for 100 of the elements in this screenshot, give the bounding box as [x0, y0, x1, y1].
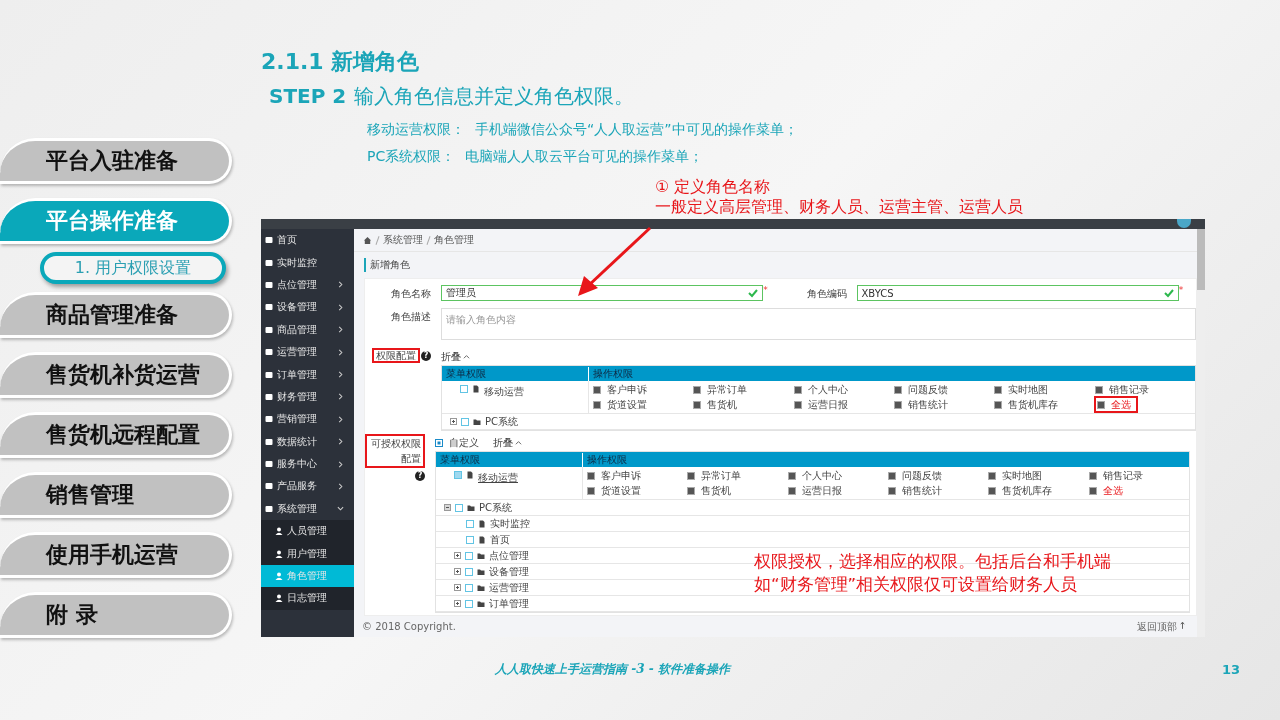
operation-checkbox[interactable]: 售货机 — [687, 483, 788, 498]
expand-icon[interactable] — [444, 504, 451, 511]
checkbox[interactable] — [454, 471, 462, 479]
menu-icon — [265, 460, 273, 469]
description-field[interactable]: 请输入角色内容 — [441, 308, 1196, 340]
operation-checkbox[interactable]: 售货机 — [693, 397, 794, 412]
back-to-top-link[interactable]: 返回顶部 — [1136, 619, 1185, 634]
operation-checkbox[interactable]: 客户申诉 — [587, 468, 688, 483]
menu-icon — [265, 280, 273, 289]
operation-checkbox[interactable]: 异常订单 — [687, 468, 788, 483]
operation-checkbox[interactable]: 运营日报 — [793, 397, 894, 412]
chapter-tab[interactable]: 使用手机运营 — [0, 532, 232, 578]
sidebar-item[interactable]: 财务管理 — [261, 385, 354, 409]
scrollbar[interactable] — [1197, 229, 1205, 637]
sidebar-subitem[interactable]: 人员管理 — [261, 520, 354, 543]
file-icon — [466, 471, 474, 479]
operation-checkbox[interactable]: 问题反馈 — [888, 468, 989, 483]
help-icon[interactable]: ? — [415, 471, 425, 481]
breadcrumb-link[interactable]: 角色管理 — [434, 233, 474, 247]
checkbox[interactable] — [465, 599, 473, 608]
operation-checkbox[interactable]: 运营日报 — [787, 483, 888, 498]
expand-icon[interactable] — [450, 418, 457, 425]
chapter-tab[interactable]: 平台入驻准备 — [0, 138, 232, 184]
expand-icon[interactable] — [454, 552, 461, 559]
sidebar-item[interactable]: 订单管理 — [261, 363, 354, 386]
avatar-icon[interactable] — [1177, 219, 1191, 228]
menu-icon — [265, 482, 273, 491]
text-field[interactable]: XBYCS — [856, 285, 1179, 301]
menu-label[interactable]: 运营管理 — [489, 580, 529, 595]
chapter-tab[interactable]: 附 录 — [0, 592, 232, 638]
menu-label[interactable]: 首页 — [490, 532, 510, 547]
operation-checkbox[interactable]: 销售统计 — [894, 397, 995, 412]
operation-checkbox[interactable]: 销售记录 — [1088, 468, 1189, 483]
operation-checkbox[interactable]: 货道设置 — [593, 397, 694, 412]
operation-checkbox[interactable]: 个人中心 — [793, 382, 894, 397]
operation-checkbox[interactable]: 货道设置 — [587, 483, 688, 498]
collapse-toggle[interactable]: 折叠 — [441, 349, 470, 364]
page-number: 13 — [1221, 661, 1240, 677]
chapter-tab[interactable]: 销售管理 — [0, 472, 232, 518]
operation-checkbox[interactable]: 售货机库存 — [988, 483, 1089, 498]
menu-label[interactable]: 移动运营 — [484, 385, 524, 399]
checkbox[interactable] — [465, 567, 473, 576]
operation-checkbox[interactable]: 问题反馈 — [894, 382, 995, 397]
field-label: 角色描述 — [390, 310, 431, 324]
sidebar-item[interactable]: 商品管理 — [261, 318, 354, 341]
checkbox[interactable] — [466, 535, 474, 544]
select-all-checkbox[interactable]: 全选 — [1094, 397, 1137, 412]
folder-icon — [467, 503, 475, 512]
operation-checkbox[interactable]: 个人中心 — [787, 468, 888, 483]
sidebar-item[interactable]: 实时监控 — [261, 251, 354, 274]
sidebar-subitem[interactable]: 用户管理 — [261, 542, 354, 565]
sidebar-item[interactable]: 设备管理 — [261, 296, 354, 319]
help-icon[interactable]: ? — [421, 351, 431, 361]
operation-checkbox[interactable]: 销售记录 — [1094, 382, 1195, 397]
sidebar-item[interactable]: 产品服务 — [261, 475, 354, 498]
text-field[interactable]: 管理员 — [441, 285, 764, 301]
checkbox[interactable] — [465, 583, 473, 592]
menu-label[interactable]: 实时监控 — [490, 516, 530, 531]
user-icon — [275, 549, 283, 558]
sidebar-item[interactable]: 首页 — [261, 229, 354, 252]
collapse-toggle[interactable]: 折叠 — [493, 435, 522, 450]
menu-label[interactable]: PC系统 — [485, 414, 518, 429]
sidebar-item[interactable]: 点位管理 — [261, 273, 354, 297]
menu-icon — [265, 236, 273, 245]
home-icon[interactable] — [363, 235, 372, 245]
checkbox[interactable] — [466, 519, 474, 528]
menu-label[interactable]: 点位管理 — [489, 548, 529, 563]
operation-checkbox[interactable]: 实时地图 — [988, 468, 1089, 483]
menu-label[interactable]: 订单管理 — [489, 596, 529, 611]
menu-label[interactable]: 设备管理 — [489, 564, 529, 579]
sidebar-item[interactable]: 系统管理 — [261, 497, 354, 521]
operation-checkbox[interactable]: 销售统计 — [888, 483, 989, 498]
chapter-tab[interactable]: 售货机补货运营 — [0, 352, 232, 398]
menu-label[interactable]: 移动运营 — [478, 471, 518, 485]
sidebar-item[interactable]: 营销管理 — [261, 408, 354, 431]
checkbox[interactable] — [465, 551, 473, 560]
operation-checkbox[interactable]: 售货机库存 — [994, 397, 1095, 412]
sidebar-item[interactable]: 运营管理 — [261, 340, 354, 364]
sidebar-subitem[interactable]: 日志管理 — [261, 587, 354, 610]
checkbox[interactable] — [461, 417, 469, 426]
chapter-tab[interactable]: 商品管理准备 — [0, 292, 232, 338]
menu-label[interactable]: PC系统 — [479, 500, 512, 515]
note-label: 移动运营权限： — [367, 121, 465, 139]
sidebar-item[interactable]: 服务中心 — [261, 452, 354, 476]
custom-checkbox[interactable]: 自定义 — [435, 435, 479, 450]
expand-icon[interactable] — [454, 568, 461, 575]
chapter-tab[interactable]: 售货机远程配置 — [0, 412, 232, 458]
note-label: PC系统权限： — [367, 148, 456, 166]
select-all-checkbox[interactable]: 全选 — [1088, 483, 1189, 498]
expand-icon[interactable] — [454, 584, 461, 591]
user-icon — [275, 594, 283, 603]
sidebar-item[interactable]: 数据统计 — [261, 430, 354, 453]
checkbox[interactable] — [455, 503, 463, 512]
menu-icon — [265, 258, 273, 267]
expand-icon[interactable] — [454, 600, 461, 607]
operation-checkbox[interactable]: 客户申诉 — [593, 382, 694, 397]
operation-checkbox[interactable]: 异常订单 — [693, 382, 794, 397]
checkbox[interactable] — [460, 385, 468, 393]
operation-checkbox[interactable]: 实时地图 — [994, 382, 1095, 397]
breadcrumb-link[interactable]: 系统管理 — [383, 233, 423, 247]
